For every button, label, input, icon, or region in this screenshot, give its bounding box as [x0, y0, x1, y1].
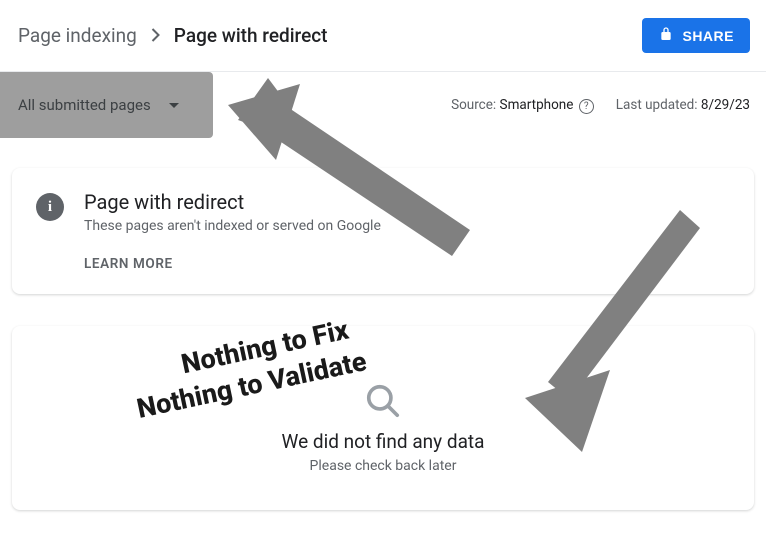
- source-label: Source:: [451, 97, 496, 113]
- breadcrumb-current: Page with redirect: [174, 24, 328, 47]
- filter-dropdown[interactable]: All submitted pages: [0, 72, 213, 138]
- breadcrumb: Page indexing Page with redirect: [18, 24, 328, 47]
- empty-state-subtitle: Please check back later: [36, 458, 730, 474]
- help-icon[interactable]: ?: [579, 99, 594, 114]
- share-button-label: SHARE: [682, 28, 734, 44]
- updated-group: Last updated: 8/29/23: [616, 97, 750, 113]
- info-card-subtitle: These pages aren't indexed or served on …: [84, 218, 381, 234]
- chevron-down-icon: [169, 103, 179, 108]
- source-value: Smartphone: [500, 97, 574, 113]
- breadcrumb-parent[interactable]: Page indexing: [18, 24, 137, 47]
- learn-more-link[interactable]: LEARN MORE: [84, 256, 381, 272]
- header-bar: Page indexing Page with redirect SHARE: [0, 0, 766, 72]
- filter-label: All submitted pages: [18, 96, 151, 114]
- search-icon: [364, 382, 402, 420]
- empty-state-title: We did not find any data: [36, 430, 730, 453]
- meta-info: Source: Smartphone ? Last updated: 8/29/…: [451, 97, 750, 114]
- info-card-title: Page with redirect: [84, 190, 381, 214]
- empty-state-card: We did not find any data Please check ba…: [12, 326, 754, 510]
- lock-icon: [658, 26, 674, 45]
- subheader: All submitted pages Source: Smartphone ?…: [0, 72, 766, 138]
- updated-value: 8/29/23: [701, 97, 750, 113]
- updated-label: Last updated:: [616, 97, 698, 113]
- chevron-right-icon: [151, 24, 160, 47]
- info-card: i Page with redirect These pages aren't …: [12, 168, 754, 294]
- source-group: Source: Smartphone ?: [451, 97, 594, 114]
- info-icon: i: [36, 193, 64, 221]
- share-button[interactable]: SHARE: [642, 18, 750, 53]
- info-card-body: Page with redirect These pages aren't in…: [84, 190, 381, 272]
